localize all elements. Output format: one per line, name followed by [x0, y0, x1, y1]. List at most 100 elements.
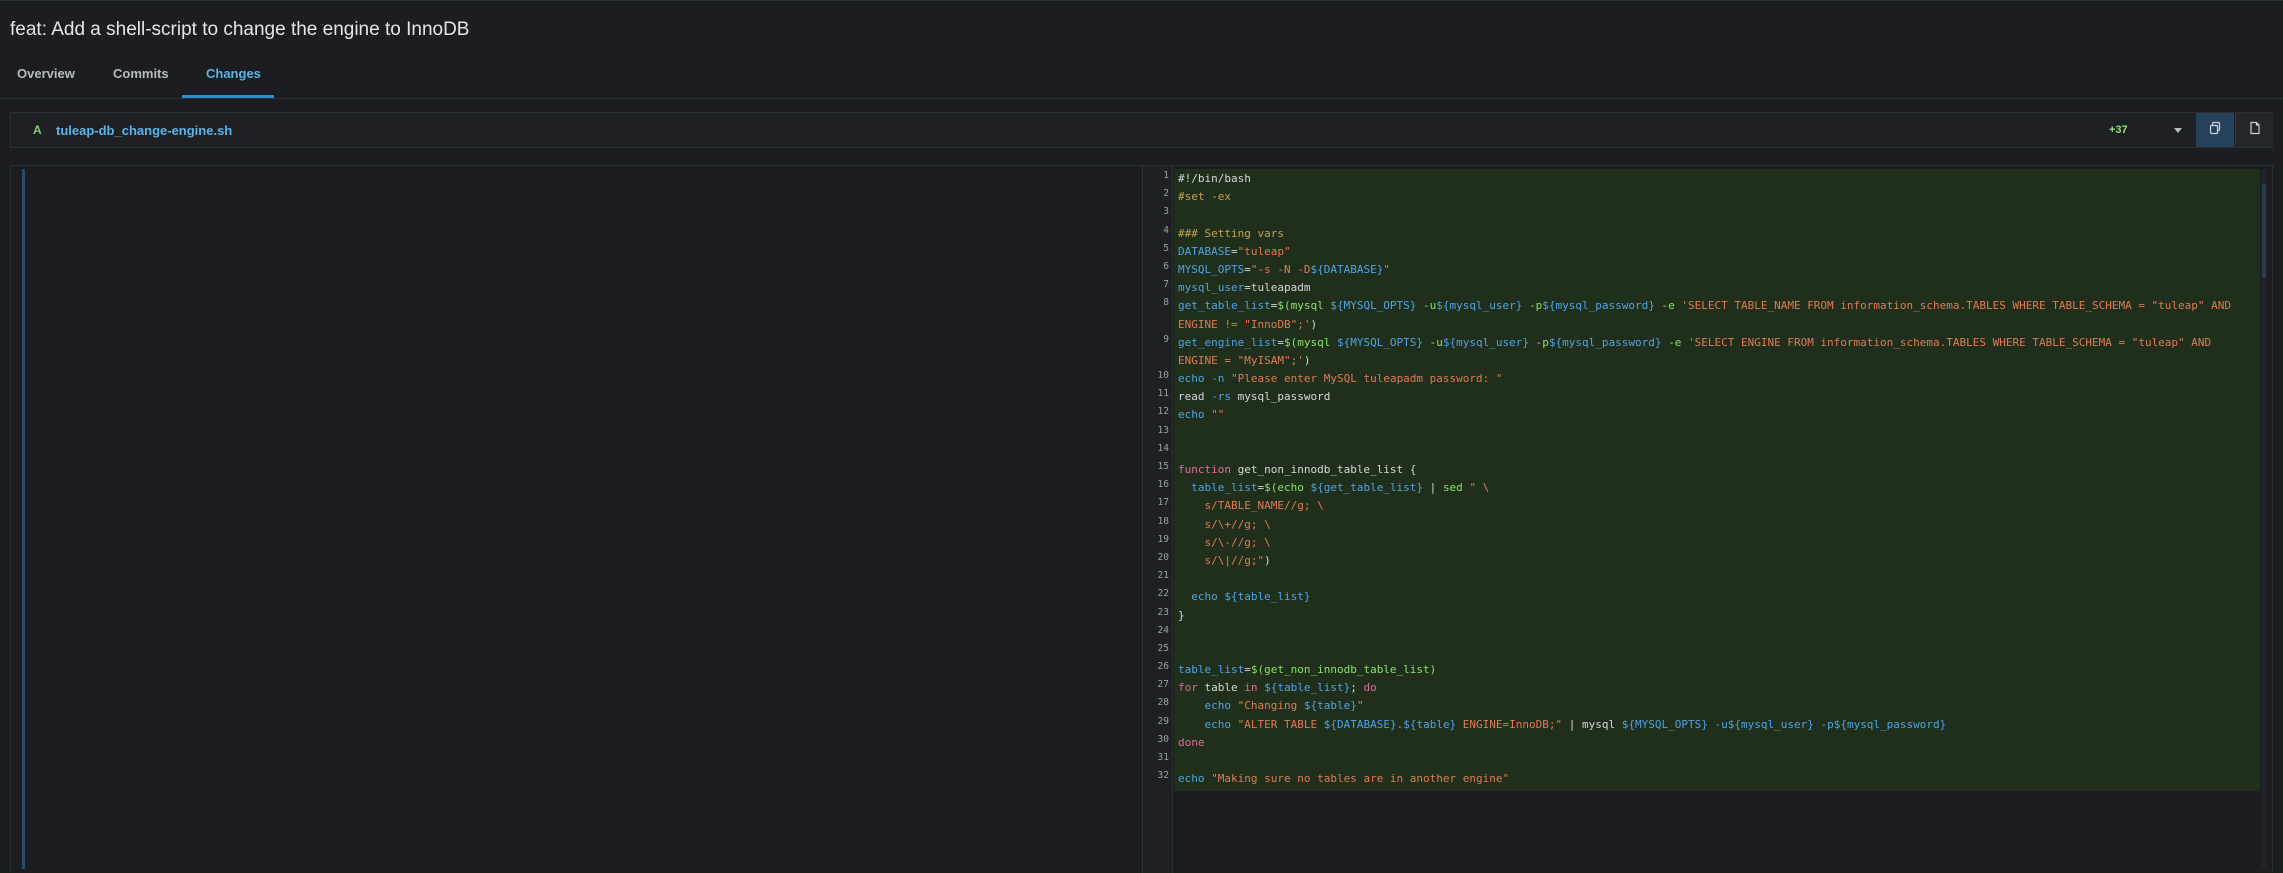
code-token: do: [1363, 681, 1377, 695]
code-text: for table in ${table_list}; do: [1178, 679, 2254, 697]
code-token: in: [1244, 681, 1258, 695]
code-token: ${table}: [1403, 717, 1457, 731]
code-line: 10 echo -n "Please enter MySQL tuleapadm …: [1143, 369, 2261, 387]
code-line: 27 for table in ${table_list}; do: [1143, 678, 2261, 696]
code-token: -u${mysql_user}: [1714, 717, 1814, 731]
code-token: -e: [1654, 299, 1682, 313]
code-token: s/TABLE_NAME//g; \: [1178, 499, 1324, 513]
code-token: ${DATABASE}: [1323, 717, 1397, 731]
code-token: ): [1303, 353, 1311, 367]
code-line: 22 echo ${table_list}: [1143, 587, 2261, 605]
line-number: 15: [1157, 461, 1169, 473]
line-number: 7: [1163, 279, 1169, 291]
code-token: ${table_list}: [1224, 590, 1311, 604]
code-token: DATABASE: [1178, 244, 1231, 258]
code-token: "tuleap": [1237, 244, 1291, 258]
code-token: ${get_table_list}: [1310, 481, 1424, 495]
tab-bar: Overview Commits Changes: [0, 56, 2283, 99]
code-token: -rs: [1211, 390, 1231, 404]
code-token: echo: [1204, 717, 1232, 731]
code-line: 17 s/TABLE_NAME//g; \: [1143, 496, 2261, 514]
code-line: 24: [1143, 624, 2261, 642]
code-line: 32 echo "Making sure no tables are in ano…: [1143, 769, 2261, 787]
scrollbar-thumb[interactable]: [2262, 184, 2266, 278]
code-token: "Please enter MySQL tuleapadm password: …: [1231, 372, 1503, 386]
tab-commits[interactable]: Commits: [113, 66, 169, 81]
code-token: echo: [1178, 772, 1205, 786]
code-token: " \: [1469, 481, 1490, 495]
code-line: 11 read -rs mysql_password: [1143, 387, 2261, 405]
code-token: mysql_password: [1231, 390, 1331, 404]
side-by-side-diff: 1 #!/bin/bash 2 #set -ex 3 4 ### Setting vars 5…: [10, 165, 2274, 873]
code-token: ${table}: [1303, 699, 1357, 713]
code-token: get_non_innodb_table_list {: [1230, 463, 1417, 477]
code-token: ${mysql_user}: [1436, 299, 1523, 313]
code-token: read: [1178, 390, 1212, 404]
code-text: MYSQL_OPTS="-s -N -D${DATABASE}": [1178, 261, 2254, 279]
caret-down-icon[interactable]: [2171, 123, 2185, 137]
line-number: 30: [1157, 733, 1169, 745]
code-token: ${table_list}: [1264, 681, 1351, 695]
code-text: table_list=$(get_non_innodb_table_list): [1178, 661, 2254, 679]
code-token: ": [1383, 262, 1390, 276]
code-line: 16 table_list=$(echo ${get_table_list} |…: [1143, 478, 2261, 496]
code-text: get_table_list=$(mysql ${MYSQL_OPTS} -u$…: [1178, 297, 2254, 333]
code-token: -p: [1529, 335, 1549, 349]
line-number: 3: [1163, 206, 1169, 218]
code-token: for: [1178, 681, 1198, 695]
code-line: 18 s/\+//g; \: [1143, 515, 2261, 533]
code-line: 23}: [1143, 606, 2261, 624]
code-line: 30 done: [1143, 733, 2261, 751]
code-token: "ALTER TABLE: [1237, 717, 1324, 731]
line-number: 26: [1157, 661, 1169, 673]
code-line: 1 #!/bin/bash: [1143, 169, 2261, 187]
unified-view-button[interactable]: [2235, 113, 2273, 147]
line-number: 22: [1157, 588, 1169, 600]
code-token: done: [1178, 735, 1205, 749]
code-line: 21: [1143, 569, 2261, 587]
line-number: 1: [1163, 170, 1169, 181]
code-token: =: [1230, 244, 1238, 258]
code-line: 9 get_engine_list=$(mysql ${MYSQL_OPTS} -…: [1143, 333, 2261, 369]
code-text: echo "Changing ${table}": [1178, 697, 2254, 715]
code-token: -p${mysql_password}: [1820, 717, 1947, 731]
line-number: 31: [1157, 752, 1169, 764]
code-text: DATABASE="tuleap": [1178, 243, 2254, 261]
line-number: 24: [1157, 624, 1169, 636]
code-line: 3: [1143, 205, 2261, 223]
code-token: #!/bin/bash: [1178, 172, 1251, 185]
code-token: ${DATABASE}: [1310, 262, 1384, 276]
code-token: ): [1310, 317, 1318, 331]
file-icon: [2248, 121, 2262, 140]
file-name-link[interactable]: tuleap-db_change-engine.sh: [56, 123, 232, 138]
code-text: read -rs mysql_password: [1178, 388, 2254, 406]
code-token: ${mysql_password}: [1548, 335, 1662, 349]
new-file-pane: 1 #!/bin/bash 2 #set -ex 3 4 ### Setting vars 5…: [1143, 166, 2274, 873]
active-tab-indicator: [182, 95, 274, 98]
line-number: 5: [1163, 242, 1169, 254]
code-token: get_engine_list: [1178, 335, 1278, 349]
code-token: ${mysql_user}: [1442, 335, 1530, 349]
code-token: MYSQL_OPTS: [1178, 262, 1245, 276]
code-text: #set -ex: [1178, 188, 2254, 206]
code-token: ": [1356, 699, 1364, 713]
code-token: $(echo: [1264, 481, 1311, 495]
code-text: echo ${table_list}: [1178, 588, 2254, 606]
code-token: echo: [1178, 408, 1205, 422]
code-token: ;: [1350, 681, 1364, 695]
code-token: | mysql: [1562, 717, 1622, 731]
code-lines: 1 #!/bin/bash 2 #set -ex 3 4 ### Setting vars 5…: [1143, 169, 2261, 787]
code-text: echo "": [1178, 406, 2254, 424]
code-line: 5 DATABASE="tuleap": [1143, 242, 2261, 260]
line-number: 8: [1163, 297, 1169, 309]
code-token: s/\-//g; \: [1178, 535, 1271, 549]
tab-overview[interactable]: Overview: [17, 66, 75, 81]
code-line: 2 #set -ex: [1143, 187, 2261, 205]
line-number: 4: [1163, 224, 1169, 236]
additions-count: +37: [2109, 124, 2128, 136]
line-number: 17: [1157, 497, 1169, 509]
tab-changes[interactable]: Changes: [206, 66, 261, 81]
old-file-gutter: [22, 169, 25, 869]
side-by-side-button[interactable]: [2196, 113, 2234, 147]
